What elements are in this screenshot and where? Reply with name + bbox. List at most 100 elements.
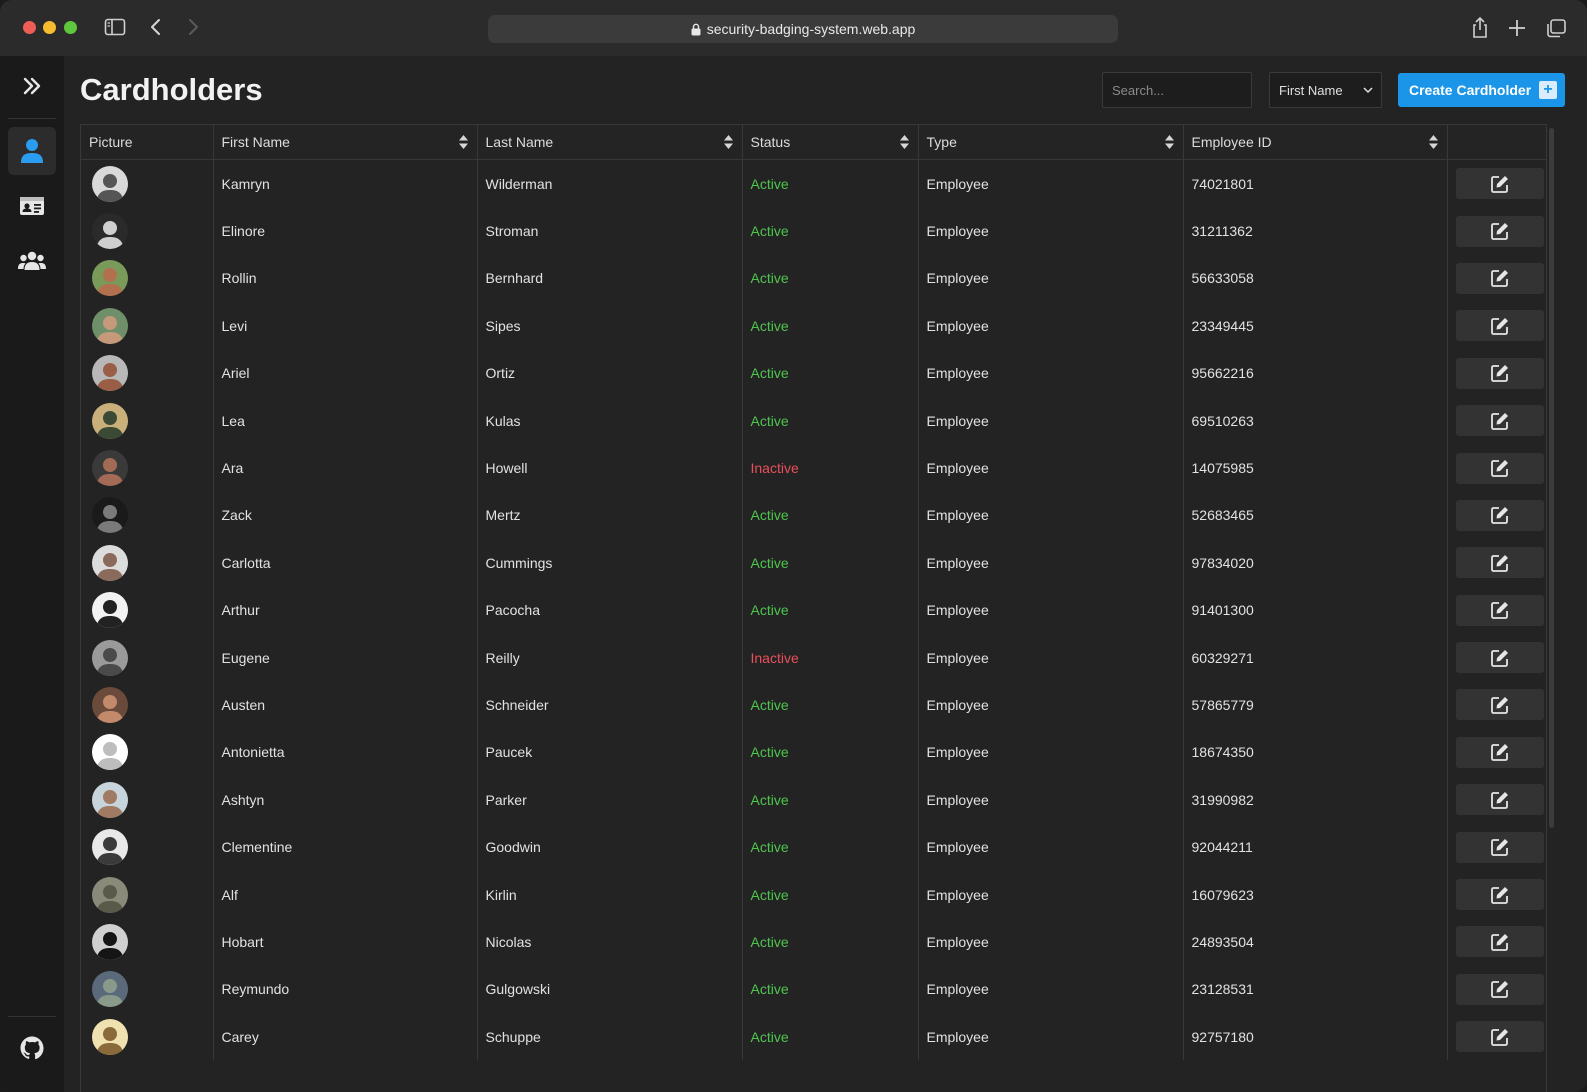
edit-button[interactable] (1455, 689, 1544, 721)
edit-button[interactable] (1455, 784, 1544, 816)
sidebar-item-groups[interactable] (8, 237, 56, 285)
last-name-cell: Paucek (477, 728, 743, 777)
sidebar-divider (8, 118, 56, 119)
sidebar-toggle-icon[interactable] (104, 16, 126, 40)
status-badge: Active (742, 776, 919, 824)
actions-cell (1447, 397, 1546, 444)
github-link[interactable] (8, 1024, 56, 1072)
edit-button[interactable] (1455, 168, 1544, 200)
employee-id-cell: 60329271 (1183, 633, 1448, 682)
picture-cell (81, 159, 214, 208)
sidebar-item-badges[interactable] (8, 182, 56, 230)
url-text: security-badging-system.web.app (706, 21, 916, 37)
table-row: Kamryn Wilderman Active Employee 74021801 (81, 159, 1546, 208)
search-input[interactable] (1102, 72, 1252, 108)
first-name-cell: Austen (213, 681, 478, 729)
edit-button[interactable] (1455, 736, 1544, 768)
type-cell: Employee (918, 349, 1184, 397)
minimize-window-button[interactable] (43, 21, 56, 34)
edit-button[interactable] (1455, 452, 1544, 484)
edit-button[interactable] (1455, 405, 1544, 437)
picture-cell (81, 633, 214, 682)
share-icon[interactable] (1470, 16, 1490, 40)
edit-button[interactable] (1455, 973, 1544, 1005)
edit-button[interactable] (1455, 357, 1544, 389)
first-name-cell: Ara (213, 444, 478, 492)
column-header-employee-id[interactable]: Employee ID (1183, 125, 1448, 160)
back-icon[interactable] (149, 16, 163, 40)
edit-button[interactable] (1455, 642, 1544, 674)
tab-overview-icon[interactable] (1545, 16, 1567, 40)
table-scrollbar[interactable] (1549, 128, 1554, 828)
table-row: Ariel Ortiz Active Employee 95662216 (81, 349, 1546, 397)
main-content: Cardholders First Name Create Cardholder… (64, 56, 1587, 1092)
status-badge: Active (742, 491, 919, 540)
status-badge: Active (742, 349, 919, 397)
new-tab-icon[interactable] (1507, 16, 1527, 40)
picture-cell (81, 776, 214, 824)
edit-icon (1490, 602, 1508, 620)
first-name-cell: Lea (213, 396, 478, 445)
employee-id-cell: 16079623 (1183, 870, 1448, 919)
avatar (92, 592, 128, 629)
column-header-label: Type (926, 134, 957, 150)
table-row: Carey Schuppe Active Employee 92757180 (81, 1013, 1546, 1061)
status-badge: Active (742, 539, 919, 587)
first-name-cell: Reymundo (213, 965, 478, 1014)
status-badge: Active (742, 207, 919, 255)
type-cell: Employee (918, 491, 1184, 540)
browser-window: security-badging-system.web.app Cardhold… (0, 0, 1587, 1092)
picture-cell (81, 1013, 214, 1061)
close-window-button[interactable] (23, 21, 36, 34)
last-name-cell: Gulgowski (477, 965, 743, 1014)
app-sidebar (0, 56, 65, 1092)
column-header-type[interactable]: Type (918, 125, 1184, 160)
actions-cell (1447, 539, 1546, 586)
employee-id-cell: 91401300 (1183, 586, 1448, 634)
edit-button[interactable] (1455, 1021, 1544, 1053)
edit-button[interactable] (1455, 215, 1544, 247)
table-row: Rollin Bernhard Active Employee 56633058 (81, 254, 1546, 303)
sort-field-select[interactable]: First Name (1269, 72, 1382, 108)
type-cell: Employee (918, 681, 1184, 729)
actions-cell (1447, 823, 1546, 870)
edit-button[interactable] (1455, 594, 1544, 626)
users-group-icon (18, 251, 46, 270)
column-header-picture: Picture (81, 125, 214, 160)
employee-id-cell: 24893504 (1183, 918, 1448, 966)
status-badge: Active (742, 159, 919, 208)
expand-sidebar-button[interactable] (8, 62, 56, 110)
column-header-status[interactable]: Status (742, 125, 919, 160)
forward-icon[interactable] (186, 16, 200, 40)
status-badge: Active (742, 681, 919, 729)
maximize-window-button[interactable] (64, 21, 77, 34)
type-cell: Employee (918, 776, 1184, 824)
edit-button[interactable] (1455, 262, 1544, 294)
create-cardholder-button[interactable]: Create Cardholder + (1398, 73, 1565, 107)
actions-cell (1447, 681, 1546, 728)
picture-cell (81, 539, 214, 587)
edit-icon (1490, 175, 1508, 193)
picture-cell (81, 918, 214, 966)
last-name-cell: Goodwin (477, 823, 743, 871)
avatar (92, 165, 128, 202)
edit-button[interactable] (1455, 310, 1544, 342)
last-name-cell: Bernhard (477, 254, 743, 303)
first-name-cell: Ashtyn (213, 776, 478, 824)
address-bar[interactable]: security-badging-system.web.app (488, 15, 1118, 43)
table-header-row: Picture First Name Last Name Status Type… (81, 125, 1546, 160)
edit-button[interactable] (1455, 926, 1544, 958)
employee-id-cell: 31990982 (1183, 776, 1448, 824)
sidebar-item-cardholders[interactable] (8, 127, 56, 175)
edit-icon (1490, 554, 1508, 572)
first-name-cell: Elinore (213, 207, 478, 255)
edit-button[interactable] (1455, 547, 1544, 579)
sort-icon (723, 135, 733, 149)
edit-button[interactable] (1455, 879, 1544, 911)
edit-button[interactable] (1455, 831, 1544, 863)
type-cell: Employee (918, 207, 1184, 255)
column-header-first-name[interactable]: First Name (213, 125, 478, 160)
column-header-last-name[interactable]: Last Name (477, 125, 743, 160)
edit-button[interactable] (1455, 499, 1544, 531)
employee-id-cell: 52683465 (1183, 491, 1448, 540)
